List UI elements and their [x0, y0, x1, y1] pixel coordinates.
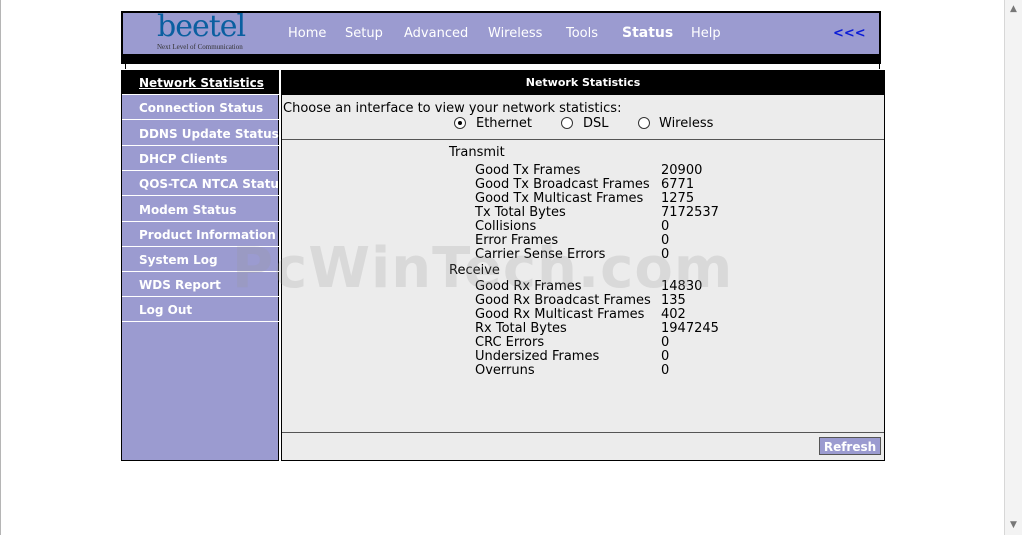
sidebar-item-dhcp-clients[interactable]: DHCP Clients: [122, 147, 279, 171]
divider-right: [276, 64, 880, 69]
logo-wordmark: beetel: [157, 9, 246, 44]
stat-value: 0: [661, 219, 670, 234]
stat-value: 1275: [661, 191, 695, 206]
logo-tagline: Next Level of Communication: [157, 43, 243, 51]
sidebar-item-qos-tca-ntca-status[interactable]: QOS-TCA NTCA Status: [122, 172, 286, 196]
radio-wireless-label[interactable]: Wireless: [659, 116, 713, 131]
radio-dsl-label[interactable]: DSL: [583, 116, 609, 131]
stat-label: Undersized Frames: [475, 349, 600, 364]
sidebar-item-connection-status[interactable]: Connection Status: [122, 96, 279, 120]
watermark-text: PcWinTech.com: [232, 236, 734, 301]
stat-value: 6771: [661, 177, 695, 192]
sidebar-item-network-statistics[interactable]: Network Statistics: [122, 71, 279, 95]
separator-top: [282, 139, 884, 140]
divider-left: [125, 64, 277, 69]
stat-label: Good Tx Frames: [475, 163, 581, 178]
nav-help[interactable]: Help: [691, 13, 721, 54]
panel-title: Network Statistics: [282, 71, 884, 95]
back-link[interactable]: <<<: [833, 13, 866, 54]
nav-setup[interactable]: Setup: [345, 13, 383, 54]
stat-label: Rx Total Bytes: [475, 321, 567, 336]
interface-prompt: Choose an interface to view your network…: [283, 101, 622, 116]
nav-wireless[interactable]: Wireless: [488, 13, 542, 54]
top-header: beetel Next Level of Communication Home …: [121, 9, 881, 56]
stat-value: 7172537: [661, 205, 719, 220]
sidebar-item-ddns-update-status[interactable]: DDNS Update Status: [122, 122, 279, 146]
radio-wireless[interactable]: [638, 117, 650, 129]
sidebar-item-modem-status[interactable]: Modem Status: [122, 198, 279, 222]
nav-tools[interactable]: Tools: [566, 13, 598, 54]
stat-value: 0: [661, 363, 670, 378]
stat-label: Good Rx Multicast Frames: [475, 307, 645, 322]
stat-label: Good Tx Multicast Frames: [475, 191, 644, 206]
vertical-scrollbar[interactable]: ▲ ▼: [1004, 0, 1022, 535]
radio-ethernet-label[interactable]: Ethernet: [476, 116, 532, 131]
header-divider: [121, 56, 881, 69]
stat-value: 402: [661, 307, 686, 322]
stat-label: Tx Total Bytes: [475, 205, 566, 220]
nav-home[interactable]: Home: [288, 13, 326, 54]
separator-bottom: [282, 432, 884, 433]
stat-value: 0: [661, 349, 670, 364]
radio-ethernet[interactable]: [454, 117, 466, 129]
radio-dsl[interactable]: [561, 117, 573, 129]
scroll-down-icon[interactable]: ▼: [1008, 520, 1019, 531]
stat-label: CRC Errors: [475, 335, 545, 350]
stat-value: 20900: [661, 163, 703, 178]
nav-advanced[interactable]: Advanced: [404, 13, 468, 54]
beetel-logo[interactable]: beetel Next Level of Communication: [155, 9, 255, 55]
stat-value: 1947245: [661, 321, 719, 336]
refresh-button[interactable]: Refresh: [819, 437, 881, 455]
stat-value: 0: [661, 335, 670, 350]
nav-status[interactable]: Status: [622, 13, 673, 54]
sidebar-item-log-out[interactable]: Log Out: [122, 298, 279, 322]
scroll-up-icon[interactable]: ▲: [1008, 4, 1019, 15]
stat-label: Overruns: [475, 363, 535, 378]
transmit-heading: Transmit: [449, 145, 505, 160]
stat-label: Good Tx Broadcast Frames: [475, 177, 650, 192]
stat-label: Collisions: [475, 219, 537, 234]
interface-selector: Ethernet DSL Wireless: [454, 116, 754, 132]
